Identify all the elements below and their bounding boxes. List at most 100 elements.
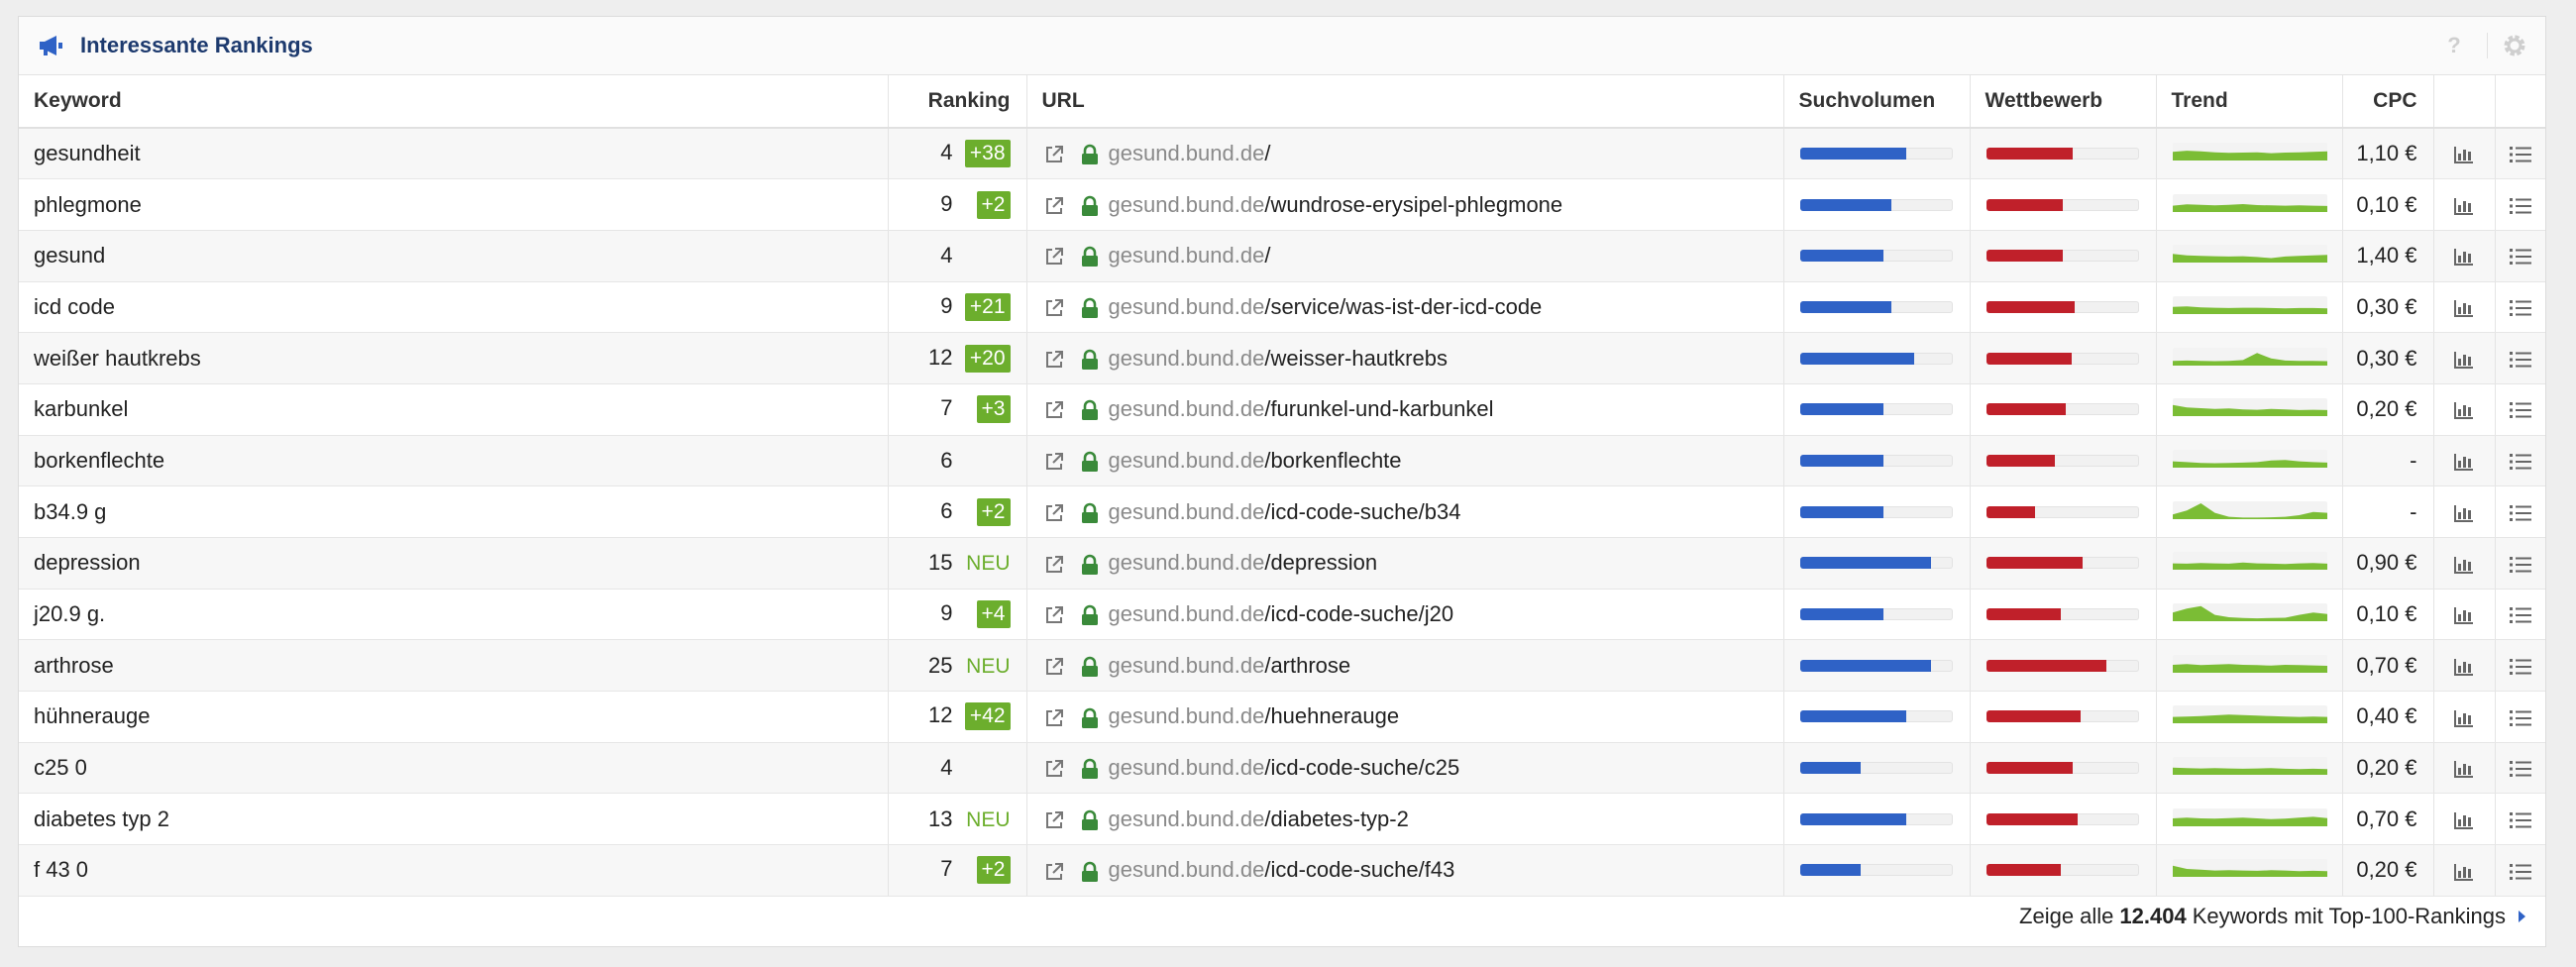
col-ranking[interactable]: Ranking (888, 75, 1027, 129)
keyword-cell[interactable]: depression (19, 537, 889, 590)
list-action-cell[interactable] (2495, 742, 2545, 795)
external-link-icon[interactable] (1043, 399, 1065, 421)
url-cell[interactable]: gesund.bund.de/arthrose (1026, 639, 1784, 693)
external-link-icon[interactable] (1043, 809, 1065, 831)
chart-action-cell[interactable] (2433, 537, 2496, 590)
keyword-cell[interactable]: b34.9 g (19, 485, 889, 538)
keyword-cell[interactable]: diabetes typ 2 (19, 793, 889, 846)
chart-action-cell[interactable] (2433, 844, 2496, 897)
bar-chart-icon[interactable] (2453, 605, 2475, 625)
chart-action-cell[interactable] (2433, 128, 2496, 180)
list-icon[interactable] (2509, 555, 2532, 575)
keyword-cell[interactable]: gesund (19, 230, 889, 282)
url-cell[interactable]: gesund.bund.de/icd-code-suche/b34 (1026, 485, 1784, 538)
gear-icon[interactable] (2502, 33, 2527, 58)
external-link-icon[interactable] (1043, 554, 1065, 576)
url-cell[interactable]: gesund.bund.de/service/was-ist-der-icd-c… (1026, 281, 1784, 334)
bar-chart-icon[interactable] (2453, 759, 2475, 779)
list-action-cell[interactable] (2495, 844, 2545, 897)
external-link-icon[interactable] (1043, 707, 1065, 729)
chart-action-cell[interactable] (2433, 435, 2496, 487)
list-action-cell[interactable] (2495, 281, 2545, 334)
col-url[interactable]: URL (1026, 75, 1784, 129)
list-action-cell[interactable] (2495, 178, 2545, 231)
col-keyword[interactable]: Keyword (19, 75, 889, 129)
external-link-icon[interactable] (1043, 195, 1065, 217)
show-all-link[interactable]: Zeige alle 12.404 Keywords mit Top-100-R… (2019, 897, 2527, 936)
external-link-icon[interactable] (1043, 861, 1065, 883)
list-action-cell[interactable] (2495, 639, 2545, 693)
url-cell[interactable]: gesund.bund.de/depression (1026, 537, 1784, 590)
keyword-cell[interactable]: karbunkel (19, 383, 889, 436)
list-icon[interactable] (2509, 247, 2532, 267)
bar-chart-icon[interactable] (2453, 555, 2475, 575)
bar-chart-icon[interactable] (2453, 708, 2475, 728)
chart-action-cell[interactable] (2433, 485, 2496, 538)
keyword-cell[interactable]: weißer hautkrebs (19, 332, 889, 384)
list-action-cell[interactable] (2495, 793, 2545, 846)
chart-action-cell[interactable] (2433, 793, 2496, 846)
list-action-cell[interactable] (2495, 691, 2545, 743)
url-cell[interactable]: gesund.bund.de/icd-code-suche/f43 (1026, 844, 1784, 897)
keyword-cell[interactable]: c25 0 (19, 742, 889, 795)
keyword-cell[interactable]: arthrose (19, 639, 889, 693)
list-icon[interactable] (2509, 298, 2532, 318)
help-icon[interactable]: ? (2439, 33, 2469, 58)
bar-chart-icon[interactable] (2453, 247, 2475, 267)
list-action-cell[interactable] (2495, 332, 2545, 384)
bar-chart-icon[interactable] (2453, 196, 2475, 216)
bar-chart-icon[interactable] (2453, 657, 2475, 677)
bar-chart-icon[interactable] (2453, 503, 2475, 523)
url-cell[interactable]: gesund.bund.de/icd-code-suche/c25 (1026, 742, 1784, 795)
external-link-icon[interactable] (1043, 144, 1065, 165)
chart-action-cell[interactable] (2433, 383, 2496, 436)
url-cell[interactable]: gesund.bund.de/wundrose-erysipel-phlegmo… (1026, 178, 1784, 231)
url-cell[interactable]: gesund.bund.de/huehnerauge (1026, 691, 1784, 743)
bar-chart-icon[interactable] (2453, 145, 2475, 164)
external-link-icon[interactable] (1043, 758, 1065, 780)
url-cell[interactable]: gesund.bund.de/borkenflechte (1026, 435, 1784, 487)
list-icon[interactable] (2509, 503, 2532, 523)
list-icon[interactable] (2509, 657, 2532, 677)
external-link-icon[interactable] (1043, 502, 1065, 524)
col-trend[interactable]: Trend (2156, 75, 2343, 129)
url-cell[interactable]: gesund.bund.de/diabetes-typ-2 (1026, 793, 1784, 846)
list-icon[interactable] (2509, 400, 2532, 420)
list-icon[interactable] (2509, 862, 2532, 882)
bar-chart-icon[interactable] (2453, 862, 2475, 882)
external-link-icon[interactable] (1043, 656, 1065, 678)
list-action-cell[interactable] (2495, 435, 2545, 487)
chart-action-cell[interactable] (2433, 589, 2496, 641)
bar-chart-icon[interactable] (2453, 400, 2475, 420)
list-action-cell[interactable] (2495, 128, 2545, 180)
bar-chart-icon[interactable] (2453, 298, 2475, 318)
url-cell[interactable]: gesund.bund.de/furunkel-und-karbunkel (1026, 383, 1784, 436)
external-link-icon[interactable] (1043, 349, 1065, 371)
chart-action-cell[interactable] (2433, 639, 2496, 693)
keyword-cell[interactable]: f 43 0 (19, 844, 889, 897)
keyword-cell[interactable]: borkenflechte (19, 435, 889, 487)
list-icon[interactable] (2509, 759, 2532, 779)
external-link-icon[interactable] (1043, 246, 1065, 268)
list-icon[interactable] (2509, 605, 2532, 625)
keyword-cell[interactable]: gesundheit (19, 128, 889, 180)
list-action-cell[interactable] (2495, 537, 2545, 590)
col-cpc[interactable]: CPC (2342, 75, 2434, 129)
keyword-cell[interactable]: icd code (19, 281, 889, 334)
chart-action-cell[interactable] (2433, 332, 2496, 384)
keyword-cell[interactable]: hühnerauge (19, 691, 889, 743)
list-action-cell[interactable] (2495, 230, 2545, 282)
chart-action-cell[interactable] (2433, 281, 2496, 334)
list-action-cell[interactable] (2495, 485, 2545, 538)
list-icon[interactable] (2509, 145, 2532, 164)
external-link-icon[interactable] (1043, 451, 1065, 473)
bar-chart-icon[interactable] (2453, 452, 2475, 472)
url-cell[interactable]: gesund.bund.de/ (1026, 230, 1784, 282)
list-icon[interactable] (2509, 350, 2532, 370)
chart-action-cell[interactable] (2433, 230, 2496, 282)
chart-action-cell[interactable] (2433, 691, 2496, 743)
list-icon[interactable] (2509, 452, 2532, 472)
bar-chart-icon[interactable] (2453, 350, 2475, 370)
url-cell[interactable]: gesund.bund.de/icd-code-suche/j20 (1026, 589, 1784, 641)
col-suchvolumen[interactable]: Suchvolumen (1783, 75, 1971, 129)
